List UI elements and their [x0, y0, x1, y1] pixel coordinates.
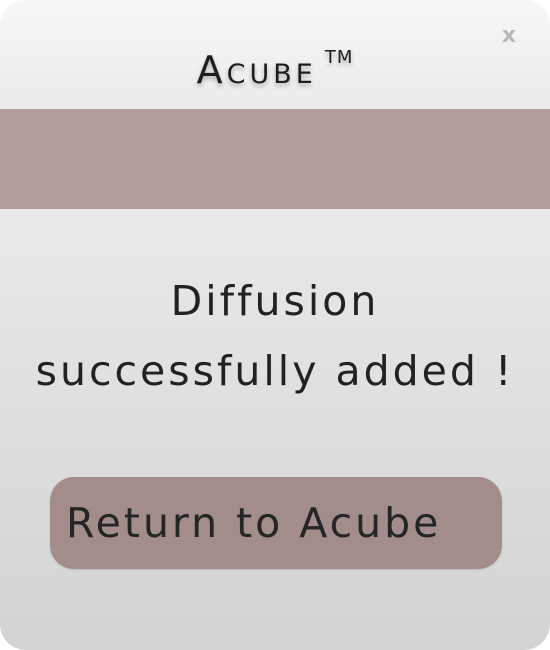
header-banner: [0, 109, 550, 209]
return-button-label: Return to Acube: [66, 499, 442, 547]
message-line-2: successfully added !: [35, 347, 515, 395]
app-title-text: Acube: [196, 48, 317, 92]
status-message: Diffusion successfully added !: [0, 266, 550, 406]
trademark-symbol: TM: [324, 47, 354, 68]
return-to-acube-button[interactable]: Return to Acube: [50, 477, 502, 569]
close-button[interactable]: x: [498, 24, 520, 48]
title-bar: Acube TM x: [0, 0, 550, 109]
app-title: Acube TM: [0, 30, 550, 98]
success-dialog: Acube TM x Diffusion successfully added !…: [0, 0, 550, 650]
message-line-1: Diffusion: [170, 277, 380, 325]
